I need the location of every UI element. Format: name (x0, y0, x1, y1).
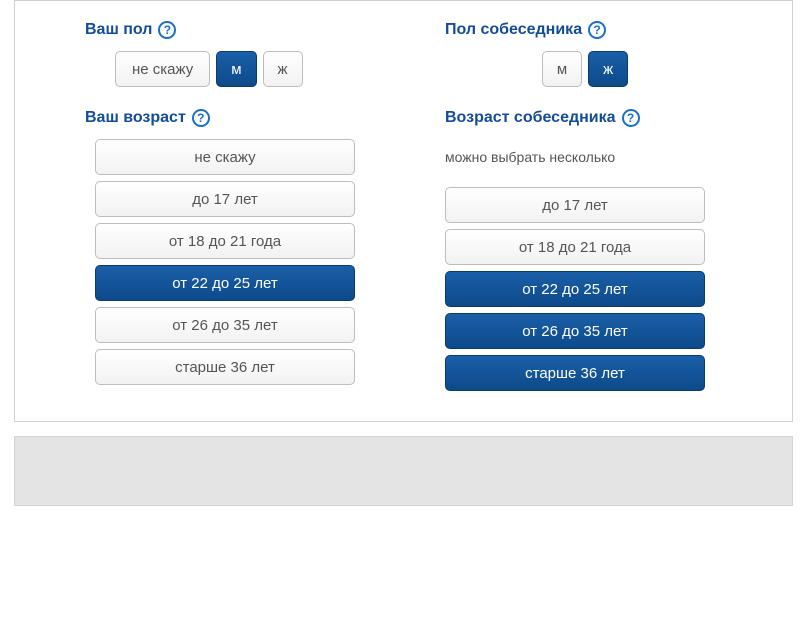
your-gender-heading-text: Ваш пол (85, 21, 152, 39)
your-age-option-5[interactable]: старше 36 лет (95, 349, 355, 385)
partner-column: Пол собеседника ? м ж Возраст собеседник… (445, 21, 725, 391)
your-age-option-0[interactable]: не скажу (95, 139, 355, 175)
help-icon[interactable]: ? (622, 109, 640, 127)
your-age-option-4[interactable]: от 26 до 35 лет (95, 307, 355, 343)
your-age-option-3[interactable]: от 22 до 25 лет (95, 265, 355, 301)
bottom-bar (14, 436, 793, 506)
your-gender-heading: Ваш пол ? (85, 21, 365, 39)
help-icon[interactable]: ? (158, 21, 176, 39)
partner-age-option-3[interactable]: от 26 до 35 лет (445, 313, 705, 349)
partner-gender-option-m[interactable]: м (542, 51, 582, 87)
partner-gender-option-zh[interactable]: ж (588, 51, 628, 87)
settings-panel: Ваш пол ? не скажу м ж Ваш возраст ? не … (14, 0, 793, 422)
columns: Ваш пол ? не скажу м ж Ваш возраст ? не … (25, 21, 782, 391)
your-age-options: не скажу до 17 лет от 18 до 21 года от 2… (95, 139, 355, 385)
your-column: Ваш пол ? не скажу м ж Ваш возраст ? не … (85, 21, 365, 391)
partner-age-option-4[interactable]: старше 36 лет (445, 355, 705, 391)
partner-age-option-1[interactable]: от 18 до 21 года (445, 229, 705, 265)
your-age-heading-text: Ваш возраст (85, 109, 186, 127)
help-icon[interactable]: ? (588, 21, 606, 39)
partner-age-heading-text: Возраст собеседника (445, 109, 616, 127)
your-age-heading: Ваш возраст ? (85, 109, 365, 127)
partner-age-heading: Возраст собеседника ? (445, 109, 725, 127)
help-icon[interactable]: ? (192, 109, 210, 127)
your-age-option-2[interactable]: от 18 до 21 года (95, 223, 355, 259)
partner-age-options: можно выбрать несколько до 17 лет от 18 … (445, 139, 705, 391)
partner-age-option-0[interactable]: до 17 лет (445, 187, 705, 223)
partner-gender-heading-text: Пол собеседника (445, 21, 582, 39)
your-gender-option-neskazhu[interactable]: не скажу (115, 51, 210, 87)
your-age-option-1[interactable]: до 17 лет (95, 181, 355, 217)
partner-age-option-2[interactable]: от 22 до 25 лет (445, 271, 705, 307)
your-gender-option-m[interactable]: м (216, 51, 256, 87)
partner-gender-heading: Пол собеседника ? (445, 21, 725, 39)
partner-gender-options: м ж (445, 51, 725, 87)
partner-age-hint: можно выбрать несколько (445, 139, 705, 175)
your-gender-option-zh[interactable]: ж (263, 51, 303, 87)
your-gender-options: не скажу м ж (85, 51, 365, 87)
